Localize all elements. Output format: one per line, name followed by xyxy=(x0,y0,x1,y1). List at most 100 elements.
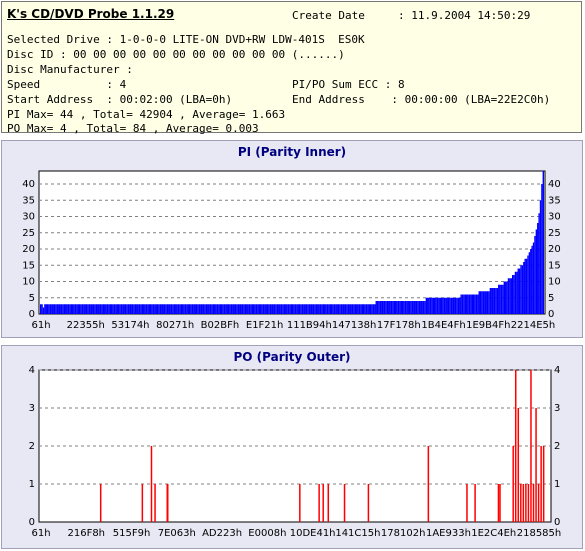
pi-bar xyxy=(472,294,475,314)
pi-bar xyxy=(60,304,63,314)
pi-bar xyxy=(200,304,202,314)
pi-bar xyxy=(65,304,67,314)
pi-bar xyxy=(369,304,372,314)
pi-bar xyxy=(226,304,228,314)
po-chart: 0 0 1 1 2 2 3 3 4 4 61h 216F8h 515F9h 7E063h AD223h E00… xyxy=(29,365,562,539)
pi-bar xyxy=(478,291,480,314)
pi-bar xyxy=(220,304,223,314)
pi-bar xyxy=(158,304,160,314)
pi-bar xyxy=(218,304,220,314)
pi-bar xyxy=(401,301,404,314)
pi-bar xyxy=(170,304,173,314)
po-bar xyxy=(427,446,430,522)
pi-bar xyxy=(109,304,112,314)
po-x-tick: 61h xyxy=(31,528,50,539)
pi-y-tick-left: 20 xyxy=(22,244,35,255)
po-bar xyxy=(367,484,370,522)
pi-bar xyxy=(207,304,209,314)
pi-bar xyxy=(124,304,127,314)
pi-bar xyxy=(311,304,313,314)
pi-bar xyxy=(240,304,242,314)
pi-bar xyxy=(259,304,262,314)
pi-y-tick-right: 5 xyxy=(548,293,554,304)
pi-bar xyxy=(130,304,132,314)
pi-bar xyxy=(222,304,224,314)
pi-bar xyxy=(83,304,85,314)
pi-bar xyxy=(500,284,503,314)
po-bar xyxy=(520,484,522,522)
pi-bar xyxy=(286,304,288,314)
po-bar xyxy=(535,408,537,522)
disc-manufacturer: Disc Manufacturer : xyxy=(7,63,133,76)
pi-bar xyxy=(403,301,405,314)
po-bar xyxy=(343,484,346,522)
pi-bar xyxy=(516,271,518,314)
app-title: K's CD/DVD Probe 1.1.29 xyxy=(7,7,175,21)
pi-bar xyxy=(346,304,348,314)
pi-bar xyxy=(190,304,192,314)
pi-bar xyxy=(296,304,298,314)
pi-bar xyxy=(314,304,316,314)
pi-bar xyxy=(117,304,120,314)
pi-bar xyxy=(51,304,53,314)
pi-bar xyxy=(531,245,533,314)
po-x-tick: E0008h xyxy=(248,528,286,539)
pi-bar xyxy=(40,304,42,314)
po-bar xyxy=(527,484,530,522)
pi-x-tick: 22355h xyxy=(67,320,105,331)
pi-bar xyxy=(343,304,345,314)
pi-bar xyxy=(404,301,407,314)
pi-bar xyxy=(330,304,333,314)
pi-bar xyxy=(194,304,196,314)
pi-bar xyxy=(145,304,148,314)
pi-y-tick-right: 35 xyxy=(548,195,561,206)
po-bar xyxy=(540,446,542,522)
po-x-tick: 141C15h xyxy=(335,528,380,539)
pi-bar xyxy=(527,255,529,314)
po-y-tick-right: 1 xyxy=(554,479,560,490)
po-bar xyxy=(512,446,514,522)
pi-y-tick-right: 30 xyxy=(548,212,561,223)
pi-y-tick-left: 30 xyxy=(22,212,35,223)
pi-bar xyxy=(452,297,454,314)
pi-bar xyxy=(371,304,373,314)
pi-bar xyxy=(517,268,519,314)
pi-bar xyxy=(363,304,365,314)
pi-bar xyxy=(453,297,455,314)
pi-bar xyxy=(432,297,435,314)
pi-bar xyxy=(375,301,377,314)
pi-bar xyxy=(55,304,57,314)
pi-bar xyxy=(514,271,517,314)
pi-bar xyxy=(446,297,448,314)
pi-bar xyxy=(280,304,283,314)
pi-bar xyxy=(382,301,384,314)
pi-bar xyxy=(87,304,89,314)
pi-bar xyxy=(477,294,479,314)
pi-bar xyxy=(241,304,244,314)
pi-bar xyxy=(239,304,241,314)
pi-x-tick: 80271h xyxy=(156,320,194,331)
pi-chart: 0 0 5 5 10 10 15 15 20 20 25 25 30 30 35 35 40 40 61h 22355… xyxy=(22,170,561,331)
pi-bar xyxy=(56,304,59,314)
pi-bar xyxy=(399,301,401,314)
pi-bar xyxy=(165,304,167,314)
pi-bar xyxy=(358,304,361,314)
po-bar xyxy=(530,370,532,522)
pi-bar xyxy=(408,301,411,314)
pi-bar xyxy=(76,304,78,314)
po-bar xyxy=(167,484,169,522)
po-bar xyxy=(318,484,320,522)
pi-bar xyxy=(395,301,397,314)
pi-bar xyxy=(312,304,315,314)
pi-bar xyxy=(230,304,233,314)
pi-bar xyxy=(166,304,169,314)
pi-bar xyxy=(474,294,476,314)
pi-bar xyxy=(244,304,247,314)
pi-bar xyxy=(108,304,110,314)
pi-bar xyxy=(289,304,291,314)
pi-bar xyxy=(269,304,272,314)
pi-bar xyxy=(112,304,114,314)
pi-bar xyxy=(467,294,469,314)
pi-bar xyxy=(321,304,323,314)
pi-bar xyxy=(44,304,46,314)
